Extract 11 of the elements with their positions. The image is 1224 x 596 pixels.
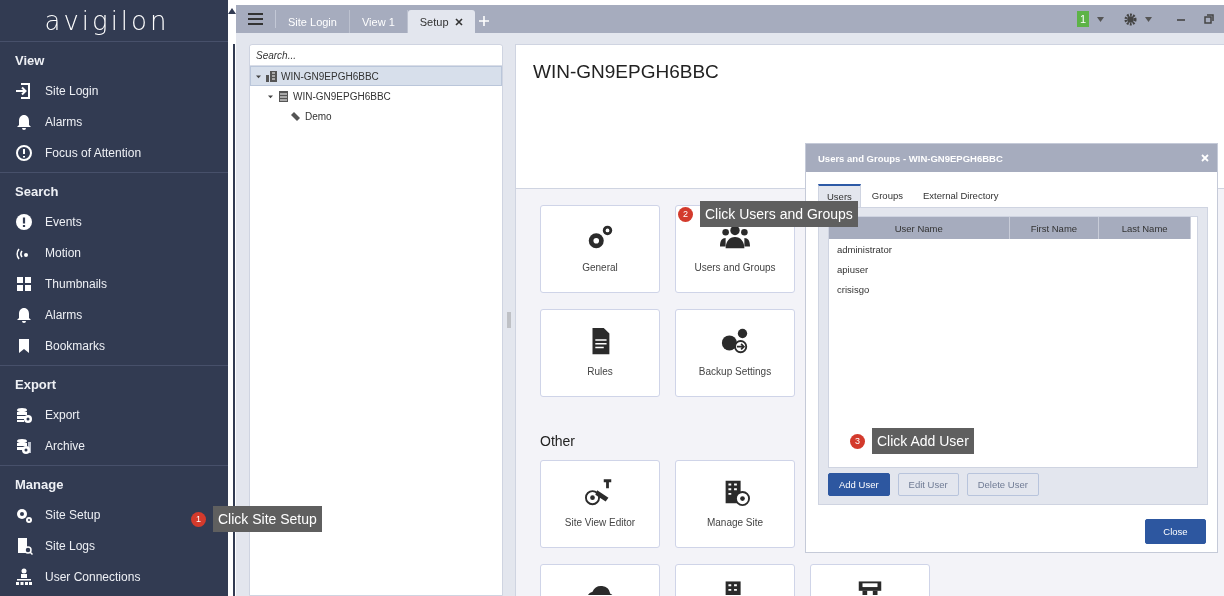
section-heading: Manage	[14, 476, 65, 494]
section-heading: View	[14, 52, 46, 70]
section-heading: Other	[540, 433, 575, 449]
instruction-tooltip: Click Site Setup	[213, 506, 322, 532]
instruction-tooltip: Click Add User	[872, 428, 974, 454]
instruction-tooltip: Click Users and Groups	[700, 201, 858, 227]
section-heading: Search	[14, 183, 60, 201]
logo: avigilon	[44, 7, 171, 34]
dialog-title: Users and Groups - WIN-GN9EPGH6BBC	[818, 152, 1004, 164]
page-title: WIN-GN9EPGH6BBC	[533, 61, 720, 83]
section-heading: Export	[14, 376, 58, 394]
